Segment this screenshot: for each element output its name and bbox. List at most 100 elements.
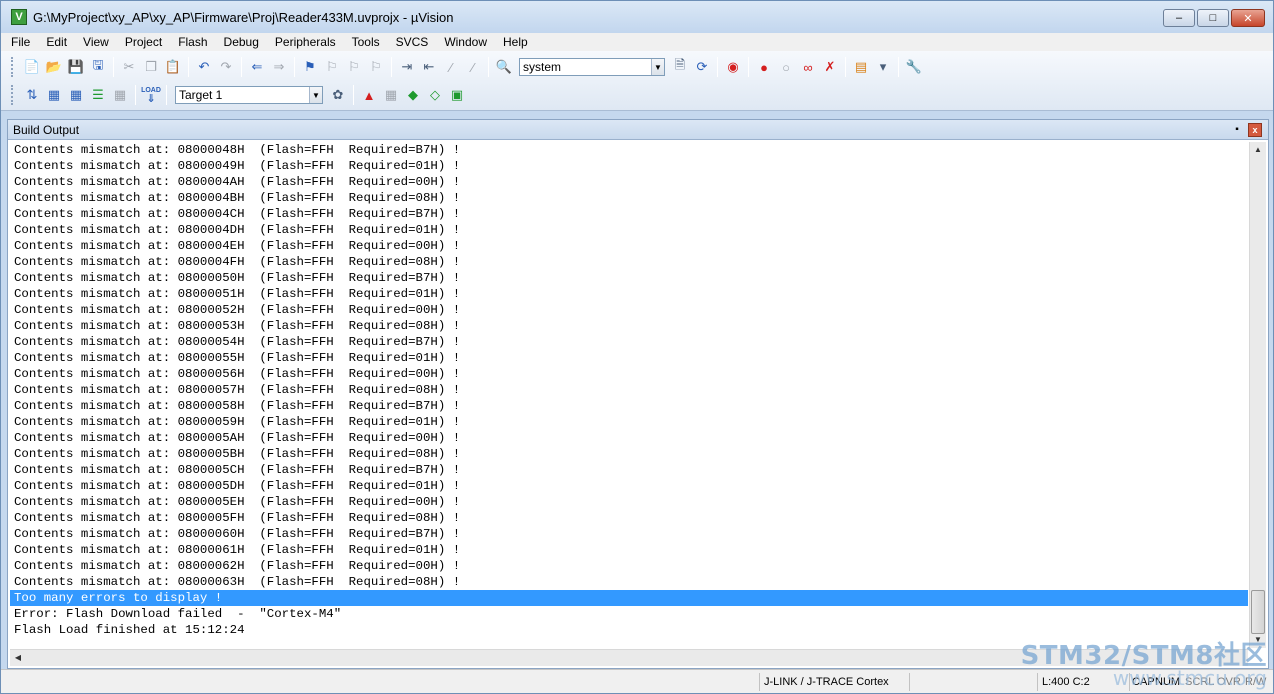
copy-icon[interactable]: ❐ <box>140 56 162 78</box>
pin-icon[interactable]: ▪ <box>1230 123 1244 137</box>
start-debug-icon[interactable]: ◉ <box>722 56 744 78</box>
output-line[interactable]: Contents mismatch at: 08000048H (Flash=F… <box>10 142 1248 158</box>
undo-icon[interactable]: ↶ <box>193 56 215 78</box>
scroll-left-icon[interactable]: ◀ <box>10 650 26 666</box>
scroll-thumb[interactable] <box>1251 590 1265 634</box>
comment-icon[interactable]: ⁄ <box>440 56 462 78</box>
output-line[interactable]: Contents mismatch at: 0800004CH (Flash=F… <box>10 206 1248 222</box>
chevron-down-icon[interactable]: ▼ <box>651 59 664 75</box>
output-line[interactable]: Contents mismatch at: 08000063H (Flash=F… <box>10 574 1248 590</box>
output-line[interactable]: Contents mismatch at: 08000050H (Flash=F… <box>10 270 1248 286</box>
output-line[interactable]: Contents mismatch at: 08000052H (Flash=F… <box>10 302 1248 318</box>
save-icon[interactable]: 💾 <box>65 56 87 78</box>
output-line[interactable]: Contents mismatch at: 08000058H (Flash=F… <box>10 398 1248 414</box>
output-line[interactable]: Contents mismatch at: 08000054H (Flash=F… <box>10 334 1248 350</box>
kill-breakpoints-icon[interactable]: ✗ <box>819 56 841 78</box>
output-line[interactable]: Contents mismatch at: 08000053H (Flash=F… <box>10 318 1248 334</box>
insert-breakpoint-icon[interactable]: ● <box>753 56 775 78</box>
scroll-down-icon[interactable]: ▼ <box>1250 632 1266 648</box>
select-packs-icon[interactable]: ▦ <box>380 84 402 106</box>
open-file-icon[interactable]: 📂 <box>43 56 65 78</box>
toolbar-grip[interactable] <box>11 57 15 77</box>
menu-project[interactable]: Project <box>117 35 170 49</box>
insert-bookmark-icon[interactable]: ⚑ <box>299 56 321 78</box>
target-combo[interactable]: Target 1 ▼ <box>175 86 323 104</box>
stop-build-icon[interactable]: ▦ <box>109 84 131 106</box>
navigate-back-icon[interactable]: ⇐ <box>246 56 268 78</box>
menu-tools[interactable]: Tools <box>344 35 388 49</box>
chevron-down-icon[interactable]: ▾ <box>872 56 894 78</box>
menu-peripherals[interactable]: Peripherals <box>267 35 344 49</box>
output-line[interactable]: Contents mismatch at: 08000051H (Flash=F… <box>10 286 1248 302</box>
redo-icon[interactable]: ↷ <box>215 56 237 78</box>
output-line[interactable]: Contents mismatch at: 0800005FH (Flash=F… <box>10 510 1248 526</box>
rebuild-icon[interactable]: ▦ <box>65 84 87 106</box>
pack-installer-icon[interactable]: ◇ <box>424 84 446 106</box>
close-button[interactable]: ✕ <box>1231 9 1265 27</box>
vertical-scrollbar[interactable]: ▲ ▼ <box>1249 142 1266 648</box>
incremental-find-icon[interactable]: ⟳ <box>691 56 713 78</box>
menu-help[interactable]: Help <box>495 35 536 49</box>
menu-debug[interactable]: Debug <box>216 35 267 49</box>
output-line[interactable]: Contents mismatch at: 08000060H (Flash=F… <box>10 526 1248 542</box>
load-download-icon[interactable]: LOAD ⇓ <box>140 84 162 106</box>
find-in-files-icon[interactable]: 🔍 <box>493 56 515 78</box>
output-line[interactable]: Contents mismatch at: 0800005CH (Flash=F… <box>10 462 1248 478</box>
horizontal-scrollbar[interactable]: ◀ <box>10 649 1248 666</box>
panel-close-icon[interactable]: x <box>1248 123 1262 137</box>
unindent-icon[interactable]: ⇤ <box>418 56 440 78</box>
maximize-button[interactable]: □ <box>1197 9 1229 27</box>
output-line[interactable]: Contents mismatch at: 0800004BH (Flash=F… <box>10 190 1248 206</box>
manage-run-time-environment-icon[interactable]: ◆ <box>402 84 424 106</box>
find-icon[interactable]: 🗎 <box>669 56 691 78</box>
output-line[interactable]: Contents mismatch at: 08000061H (Flash=F… <box>10 542 1248 558</box>
menu-edit[interactable]: Edit <box>38 35 75 49</box>
output-line[interactable]: Contents mismatch at: 08000059H (Flash=F… <box>10 414 1248 430</box>
output-line[interactable]: Too many errors to display ! <box>10 590 1248 606</box>
output-line[interactable]: Contents mismatch at: 0800004AH (Flash=F… <box>10 174 1248 190</box>
menu-file[interactable]: File <box>1 35 38 49</box>
translate-icon[interactable]: ⇅ <box>21 84 43 106</box>
scroll-up-icon[interactable]: ▲ <box>1250 142 1266 158</box>
output-line[interactable]: Contents mismatch at: 08000049H (Flash=F… <box>10 158 1248 174</box>
window-layout-icon[interactable]: ▤ <box>850 56 872 78</box>
toolbar-grip[interactable] <box>11 85 15 105</box>
manage-project-items-icon[interactable]: ▲ <box>358 84 380 106</box>
output-line[interactable]: Contents mismatch at: 0800004EH (Flash=F… <box>10 238 1248 254</box>
paste-icon[interactable]: 📋 <box>162 56 184 78</box>
clear-bookmarks-icon[interactable]: ⚐ <box>365 56 387 78</box>
output-line[interactable]: Contents mismatch at: 0800004FH (Flash=F… <box>10 254 1248 270</box>
new-file-icon[interactable]: 📄 <box>21 56 43 78</box>
batch-build-icon[interactable]: ☰ <box>87 84 109 106</box>
menu-window[interactable]: Window <box>436 35 495 49</box>
panel-header[interactable]: Build Output ▪ x <box>8 120 1268 140</box>
output-line[interactable]: Contents mismatch at: 0800005DH (Flash=F… <box>10 478 1248 494</box>
menu-flash[interactable]: Flash <box>170 35 215 49</box>
previous-bookmark-icon[interactable]: ⚐ <box>321 56 343 78</box>
build-output-text[interactable]: Contents mismatch at: 08000048H (Flash=F… <box>10 142 1248 648</box>
uncomment-icon[interactable]: ⁄ <box>462 56 484 78</box>
output-line[interactable]: Contents mismatch at: 0800004DH (Flash=F… <box>10 222 1248 238</box>
software-packs-icon[interactable]: ▣ <box>446 84 468 106</box>
target-options-icon[interactable]: ✿ <box>327 84 349 106</box>
output-line[interactable]: Contents mismatch at: 0800005BH (Flash=F… <box>10 446 1248 462</box>
build-icon[interactable]: ▦ <box>43 84 65 106</box>
configure-icon[interactable]: 🔧 <box>903 56 925 78</box>
save-all-icon[interactable]: 🖫 <box>87 56 109 78</box>
next-bookmark-icon[interactable]: ⚐ <box>343 56 365 78</box>
output-line[interactable]: Contents mismatch at: 0800005AH (Flash=F… <box>10 430 1248 446</box>
output-line[interactable]: Error: Flash Download failed - "Cortex-M… <box>10 606 1248 622</box>
output-line[interactable]: Contents mismatch at: 08000062H (Flash=F… <box>10 558 1248 574</box>
minimize-button[interactable]: – <box>1163 9 1195 27</box>
chevron-down-icon[interactable]: ▼ <box>309 87 322 103</box>
title-bar[interactable]: V G:\MyProject\xy_AP\xy_AP\Firmware\Proj… <box>1 1 1273 33</box>
find-combo[interactable]: system ▼ <box>519 58 665 76</box>
enable-breakpoint-icon[interactable]: ○ <box>775 56 797 78</box>
cut-icon[interactable]: ✂ <box>118 56 140 78</box>
output-line[interactable]: Contents mismatch at: 0800005EH (Flash=F… <box>10 494 1248 510</box>
menu-svcs[interactable]: SVCS <box>388 35 437 49</box>
output-line[interactable]: Contents mismatch at: 08000057H (Flash=F… <box>10 382 1248 398</box>
output-line[interactable]: Contents mismatch at: 08000055H (Flash=F… <box>10 350 1248 366</box>
indent-icon[interactable]: ⇥ <box>396 56 418 78</box>
output-line[interactable]: Contents mismatch at: 08000056H (Flash=F… <box>10 366 1248 382</box>
